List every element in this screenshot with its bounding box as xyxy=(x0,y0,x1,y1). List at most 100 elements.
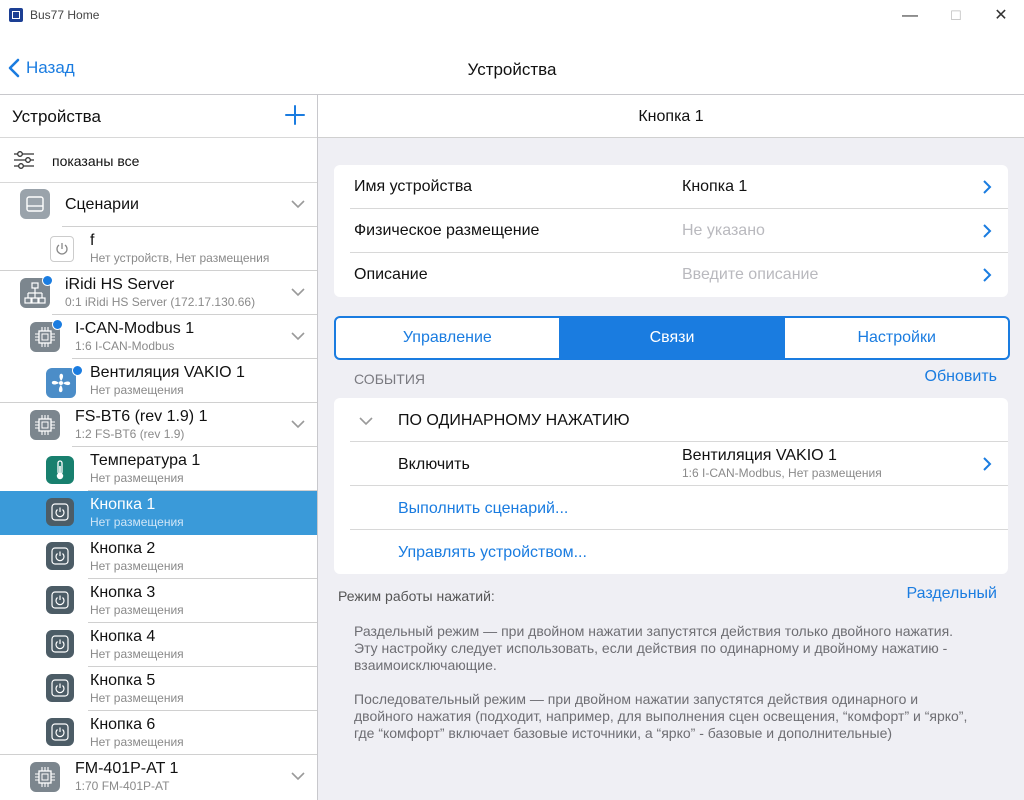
chip-icon xyxy=(30,762,60,792)
chevron-down-icon[interactable] xyxy=(290,771,306,781)
power-icon xyxy=(46,542,74,570)
chevron-down-icon[interactable] xyxy=(290,199,306,209)
sidebar-item-subtitle: Нет размещения xyxy=(90,559,184,573)
status-dot xyxy=(72,365,83,376)
run-scenario-row[interactable]: Выполнить сценарий... xyxy=(334,486,1008,530)
thermometer-icon xyxy=(46,456,74,484)
status-dot xyxy=(42,275,53,286)
sidebar-item-fm-401p[interactable]: FM-401P-AT 1 1:70 FM-401P-AT xyxy=(0,755,317,799)
sidebar-item-vakio[interactable]: Вентиляция VAKIO 1 Нет размещения xyxy=(0,359,317,403)
power-icon xyxy=(46,498,74,526)
sidebar-item-fs-bt6[interactable]: FS-BT6 (rev 1.9) 1 1:2 FS-BT6 (rev 1.9) xyxy=(0,403,317,447)
close-button[interactable]: ✕ xyxy=(978,4,1024,28)
refresh-button[interactable]: Обновить xyxy=(925,368,997,386)
device-sidebar: Устройства показаны все Сценарии f Нет у… xyxy=(0,95,318,800)
sidebar-item-subtitle: 1:70 FM-401P-AT xyxy=(75,779,170,793)
folder-icon xyxy=(20,189,50,219)
sidebar-item-label: FS-BT6 (rev 1.9) 1 xyxy=(75,408,208,425)
action-row[interactable]: Включить Вентиляция VAKIO 1 1:6 I-CAN-Mo… xyxy=(334,442,1008,486)
sidebar-item-subtitle: Нет размещения xyxy=(90,735,184,749)
sidebar-item-subtitle: Нет размещения xyxy=(90,691,184,705)
events-section-label: СОБЫТИЯ xyxy=(354,371,425,387)
sidebar-item-button-4[interactable]: Кнопка 4 Нет размещения xyxy=(0,623,317,667)
chevron-right-icon xyxy=(983,268,992,282)
sidebar-item-scenarios[interactable]: Сценарии xyxy=(0,183,317,227)
chevron-right-icon xyxy=(983,457,992,471)
power-icon xyxy=(46,674,74,702)
field-label: Физическое размещение xyxy=(354,222,540,239)
help-text-sequential: Последовательный режим — при двойном наж… xyxy=(354,691,968,741)
sidebar-item-subtitle: 0:1 iRidi HS Server (172.17.130.66) xyxy=(65,295,256,309)
sidebar-item-label: Кнопка 5 xyxy=(90,672,156,689)
control-device-link[interactable]: Управлять устройством... xyxy=(398,544,587,562)
sidebar-item-label: FM-401P-AT 1 xyxy=(75,760,179,777)
sidebar-item-iridi-server[interactable]: iRidi HS Server 0:1 iRidi HS Server (172… xyxy=(0,271,317,315)
chevron-down-icon[interactable] xyxy=(290,331,306,341)
sidebar-item-label: Кнопка 2 xyxy=(90,540,156,557)
power-icon xyxy=(46,630,74,658)
sidebar-item-label: iRidi HS Server xyxy=(65,276,175,293)
chevron-down-icon[interactable] xyxy=(290,287,306,297)
tab-control[interactable]: Управление xyxy=(336,318,559,358)
tab-links[interactable]: Связи xyxy=(558,318,784,358)
physical-location-row[interactable]: Физическое размещение Не указано xyxy=(334,209,1008,253)
sidebar-item-subtitle: Нет размещения xyxy=(90,383,184,397)
page-title: Устройства xyxy=(467,60,557,79)
filter-label: показаны все xyxy=(52,153,140,169)
sidebar-item-f[interactable]: f Нет устройств, Нет размещения xyxy=(0,227,317,271)
power-icon xyxy=(50,236,74,262)
field-label: Имя устройства xyxy=(354,178,473,195)
maximize-button[interactable]: ☐ xyxy=(933,4,979,28)
sidebar-item-temperature[interactable]: Температура 1 Нет размещения xyxy=(0,447,317,491)
sidebar-item-ican-modbus[interactable]: I-CAN-Modbus 1 1:6 I-CAN-Modbus xyxy=(0,315,317,359)
status-dot xyxy=(52,319,63,330)
press-mode-label: Режим работы нажатий: xyxy=(338,588,495,604)
sidebar-item-subtitle: 1:6 I-CAN-Modbus xyxy=(75,339,175,353)
field-placeholder: Введите описание xyxy=(682,266,819,283)
description-row[interactable]: Описание Введите описание xyxy=(334,253,1008,297)
sidebar-item-label: Кнопка 3 xyxy=(90,584,156,601)
sidebar-item-button-3[interactable]: Кнопка 3 Нет размещения xyxy=(0,579,317,623)
sidebar-item-button-1[interactable]: Кнопка 1 Нет размещения xyxy=(0,491,317,535)
minimize-button[interactable]: — xyxy=(887,4,933,28)
window-title: Bus77 Home xyxy=(30,8,100,22)
sidebar-item-subtitle: Нет размещения xyxy=(90,515,184,529)
filter-row[interactable]: показаны все xyxy=(0,138,317,183)
filter-sliders-icon xyxy=(14,151,34,169)
chevron-down-icon[interactable] xyxy=(290,419,306,429)
sidebar-item-subtitle: Нет устройств, Нет размещения xyxy=(90,251,270,265)
power-icon xyxy=(46,586,74,614)
device-detail-panel: Кнопка 1 Имя устройства Кнопка 1 Физичес… xyxy=(318,95,1024,800)
sidebar-item-subtitle: 1:2 FS-BT6 (rev 1.9) xyxy=(75,427,185,441)
sidebar-item-label: I-CAN-Modbus 1 xyxy=(75,320,195,337)
sidebar-item-label: Сценарии xyxy=(65,196,139,213)
sidebar-item-label: Вентиляция VAKIO 1 xyxy=(90,364,245,381)
action-label: Включить xyxy=(398,456,470,473)
power-icon xyxy=(46,718,74,746)
help-text-separate: Раздельный режим — при двойном нажатии з… xyxy=(354,623,954,673)
detail-title: Кнопка 1 xyxy=(638,108,704,125)
window-titlebar: Bus77 Home — ☐ ✕ xyxy=(0,0,1024,32)
sidebar-header: Устройства xyxy=(0,95,317,138)
sidebar-item-label: Кнопка 6 xyxy=(90,716,156,733)
sidebar-title: Устройства xyxy=(12,107,101,126)
field-value: Кнопка 1 xyxy=(682,178,748,195)
tab-settings[interactable]: Настройки xyxy=(783,318,1008,358)
navigation-bar: Назад Устройства xyxy=(0,32,1024,95)
run-scenario-link[interactable]: Выполнить сценарий... xyxy=(398,500,568,518)
plus-icon[interactable] xyxy=(284,104,306,126)
control-device-row[interactable]: Управлять устройством... xyxy=(334,530,1008,574)
chevron-right-icon xyxy=(983,180,992,194)
action-target-name: Вентиляция VAKIO 1 xyxy=(682,447,837,464)
sidebar-item-button-6[interactable]: Кнопка 6 Нет размещения xyxy=(0,711,317,755)
press-mode-value[interactable]: Раздельный xyxy=(907,585,998,603)
event-group-row[interactable]: ПО ОДИНАРНОМУ НАЖАТИЮ xyxy=(334,398,1008,442)
chevron-right-icon xyxy=(983,224,992,238)
sidebar-item-subtitle: Нет размещения xyxy=(90,647,184,661)
sidebar-item-button-5[interactable]: Кнопка 5 Нет размещения xyxy=(0,667,317,711)
chevron-down-icon[interactable] xyxy=(358,416,374,426)
device-name-row[interactable]: Имя устройства Кнопка 1 xyxy=(334,165,1008,209)
field-placeholder: Не указано xyxy=(682,222,765,239)
sidebar-item-button-2[interactable]: Кнопка 2 Нет размещения xyxy=(0,535,317,579)
sidebar-item-label: Температура 1 xyxy=(90,452,201,469)
